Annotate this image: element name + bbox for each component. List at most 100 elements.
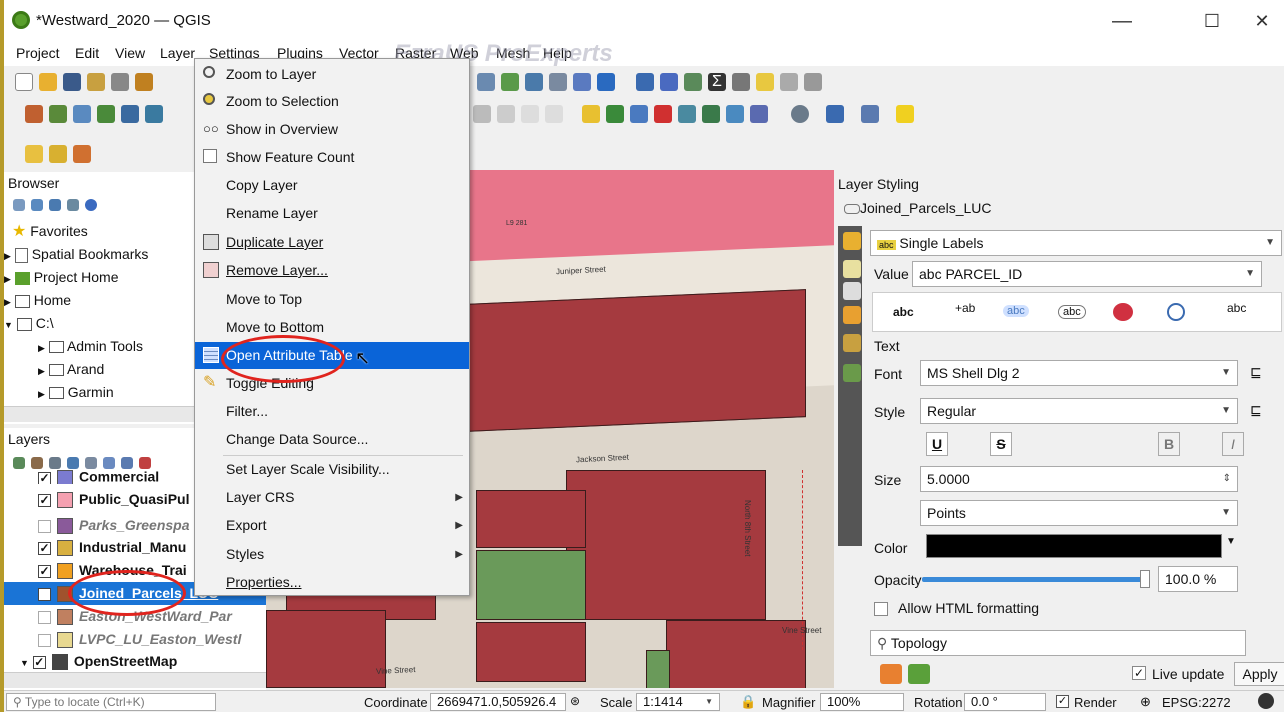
bold-button[interactable]: B xyxy=(1158,432,1180,456)
remove-layer-icon[interactable] xyxy=(139,457,151,470)
browser-item-c-drive[interactable]: ▼ C:\ xyxy=(4,312,54,335)
open-project-icon[interactable] xyxy=(39,73,57,92)
menu-item-scale-visibility[interactable]: Set Layer Scale Visibility... xyxy=(195,456,469,483)
add-wms-icon[interactable] xyxy=(145,105,163,124)
save-icon[interactable] xyxy=(63,73,81,92)
coordinate-field[interactable]: 2669471.0,505926.4 xyxy=(430,693,566,711)
scale-field[interactable]: 1:1414 ▼ xyxy=(636,693,720,711)
park-parcel[interactable] xyxy=(646,650,670,688)
layer-row[interactable]: ✓ Commercial xyxy=(38,470,159,484)
search-field[interactable]: ⚲ Topology xyxy=(870,630,1246,656)
live-update-checkbox[interactable]: ✓ xyxy=(1132,666,1146,680)
expand-icon[interactable]: ▶ xyxy=(38,366,45,376)
layer-checkbox[interactable]: ✓ xyxy=(38,564,51,578)
layer-checkbox[interactable] xyxy=(38,633,51,647)
visibility-icon[interactable] xyxy=(49,457,61,470)
select-features-icon[interactable] xyxy=(25,145,43,164)
annotation-icon[interactable] xyxy=(755,73,774,92)
browser-item-arand[interactable]: ▶ Arand xyxy=(38,358,104,381)
redo-icon[interactable] xyxy=(908,664,930,684)
data-defined-icon[interactable]: ⊑ xyxy=(1250,364,1262,381)
tab-placement-icon[interactable]: abc xyxy=(1227,301,1246,315)
italic-button[interactable]: I xyxy=(1222,432,1244,456)
messages-icon[interactable] xyxy=(1258,693,1274,709)
color-button[interactable] xyxy=(926,534,1222,558)
undo-icon[interactable] xyxy=(880,664,902,684)
menu-item-move-to-top[interactable]: Move to Top xyxy=(195,286,469,313)
style-manager-icon[interactable] xyxy=(13,457,25,470)
search-icon[interactable] xyxy=(779,73,798,92)
forward-icon[interactable] xyxy=(545,105,563,124)
select-expression-icon[interactable] xyxy=(49,145,67,164)
label-props-icon[interactable] xyxy=(749,105,768,124)
globe-icon[interactable] xyxy=(790,105,809,124)
tab-formatting-icon[interactable]: +ab xyxy=(955,301,975,315)
expand-icon[interactable]: ▶ xyxy=(4,251,11,261)
3d-icon[interactable] xyxy=(843,306,861,324)
expand-all-icon[interactable] xyxy=(103,457,115,470)
deselect-icon[interactable] xyxy=(73,145,91,164)
menu-item-show-feature-count[interactable]: Show Feature Count xyxy=(195,144,469,171)
collapse-all-icon[interactable] xyxy=(121,457,133,470)
stats-icon[interactable] xyxy=(683,73,702,92)
expression-filter-icon[interactable] xyxy=(85,457,97,470)
browser-item-admin-tools[interactable]: ▶ Admin Tools xyxy=(38,335,143,358)
rotation-field[interactable]: 0.0 ° xyxy=(964,693,1046,711)
info-icon[interactable] xyxy=(85,199,97,212)
layer-checkbox[interactable]: ✓ xyxy=(32,655,46,669)
close-button[interactable]: ✕ xyxy=(1242,8,1282,34)
menu-item-remove-layer[interactable]: Remove Layer... xyxy=(195,257,469,284)
text-annotation-icon[interactable] xyxy=(803,73,822,92)
python-icon[interactable] xyxy=(825,105,844,124)
back-icon[interactable] xyxy=(521,105,539,124)
size-units-dropdown[interactable]: Points ▼ xyxy=(920,500,1238,526)
bookmark-icon[interactable] xyxy=(549,73,567,92)
style-dropdown[interactable]: Regular ▼ xyxy=(920,398,1238,424)
add-vector-icon[interactable] xyxy=(49,105,67,124)
parcel-block[interactable] xyxy=(566,470,766,620)
menu-item-copy-layer[interactable]: Copy Layer xyxy=(195,172,469,199)
menu-project[interactable]: Project xyxy=(16,45,60,61)
checkbox-icon[interactable] xyxy=(203,149,217,163)
dropdown-arrow-icon[interactable]: ▼ xyxy=(1226,536,1236,547)
layer-row[interactable]: ✓ Industrial_Manu xyxy=(38,536,186,559)
menu-edit[interactable]: Edit xyxy=(75,45,99,61)
refresh-icon[interactable] xyxy=(597,73,615,92)
browser-item-garmin[interactable]: ▶ Garmin xyxy=(38,381,114,404)
collapse-icon[interactable] xyxy=(67,199,79,212)
redo-icon[interactable] xyxy=(497,105,515,124)
menu-item-change-data-source[interactable]: Change Data Source... xyxy=(195,426,469,453)
new-project-icon[interactable] xyxy=(15,73,33,92)
add-delimited-icon[interactable] xyxy=(73,105,91,124)
masks-icon[interactable] xyxy=(843,282,861,300)
browser-item-favorites[interactable]: ★ Favorites xyxy=(12,220,88,243)
layer-row[interactable]: ▼ ✓ OpenStreetMap xyxy=(20,650,177,673)
parcel-block[interactable] xyxy=(476,490,586,548)
font-dropdown[interactable]: MS Shell Dlg 2 ▼ xyxy=(920,360,1238,386)
apply-button[interactable]: Apply xyxy=(1234,662,1284,686)
label-highlight-icon[interactable] xyxy=(629,105,648,124)
history-icon[interactable] xyxy=(843,364,861,382)
label-mode-dropdown[interactable]: abc Single Labels ▼ xyxy=(870,230,1282,256)
symbology-icon[interactable] xyxy=(843,232,861,250)
park-parcel[interactable] xyxy=(476,550,586,620)
print-icon[interactable] xyxy=(111,73,129,92)
label-move-icon[interactable] xyxy=(677,105,696,124)
maximize-button[interactable]: ☐ xyxy=(1192,8,1232,34)
menu-item-export[interactable]: Export ▶ xyxy=(195,512,469,539)
identify-icon[interactable] xyxy=(635,73,654,92)
label-show-icon[interactable] xyxy=(653,105,672,124)
magnifier-field[interactable]: 100% xyxy=(820,693,904,711)
data-defined-icon[interactable]: ⊑ xyxy=(1250,402,1262,419)
help-icon[interactable] xyxy=(860,105,879,124)
tab-buffer-icon[interactable]: abc xyxy=(1003,305,1029,317)
horizontal-scrollbar[interactable] xyxy=(4,406,194,422)
menu-item-zoom-to-selection[interactable]: Zoom to Selection xyxy=(195,88,469,115)
sum-icon[interactable]: Σ xyxy=(707,73,726,92)
expand-icon[interactable]: ▶ xyxy=(4,297,11,307)
strikethrough-button[interactable]: S xyxy=(990,432,1012,456)
label-pin-icon[interactable] xyxy=(605,105,624,124)
refresh-icon[interactable] xyxy=(31,199,43,212)
menu-item-show-in-overview[interactable]: ○○ Show in Overview xyxy=(195,116,469,143)
mouse-icon[interactable]: ⊛ xyxy=(570,694,580,708)
